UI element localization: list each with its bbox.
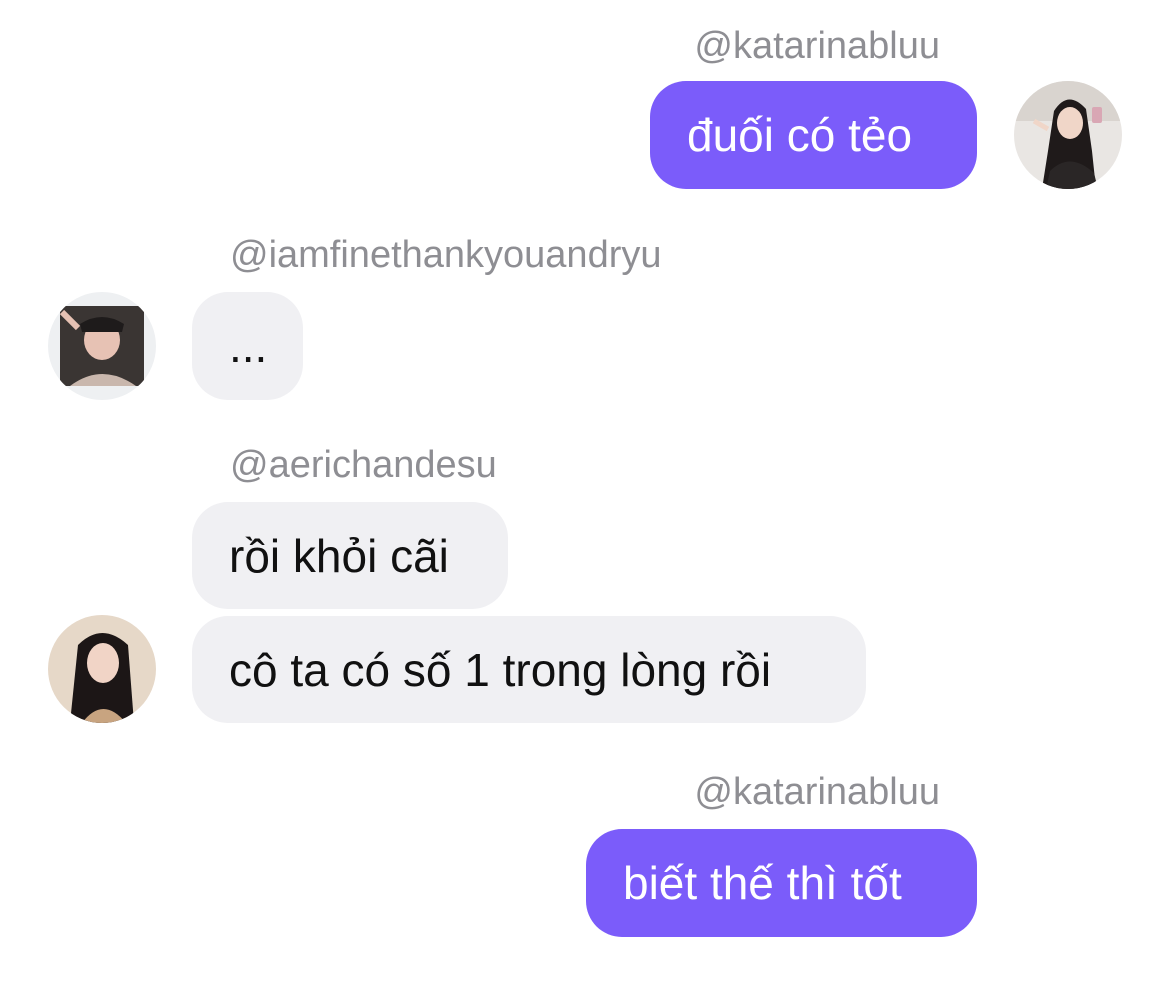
avatar-katarinabluu[interactable] (1014, 81, 1122, 189)
message-bubble-outgoing[interactable]: biết thế thì tốt (586, 829, 977, 937)
avatar-iamfinethankyouandryu[interactable] (48, 292, 156, 400)
sender-username: @aerichandesu (230, 444, 497, 486)
sender-username: @iamfinethankyouandryu (230, 234, 662, 276)
sender-username: @katarinabluu (694, 771, 940, 813)
avatar-aerichandesu[interactable] (48, 615, 156, 723)
message-bubble-incoming[interactable]: cô ta có số 1 trong lòng rồi (192, 616, 866, 723)
message-bubble-incoming[interactable]: ... (192, 292, 303, 400)
sender-username: @katarinabluu (694, 25, 940, 67)
message-bubble-outgoing[interactable]: đuối có tẻo (650, 81, 977, 189)
message-bubble-incoming[interactable]: rồi khỏi cãi (192, 502, 508, 609)
chat-thread: @katarinabluu đuối có tẻo @iamfinethanky… (0, 0, 1170, 1000)
